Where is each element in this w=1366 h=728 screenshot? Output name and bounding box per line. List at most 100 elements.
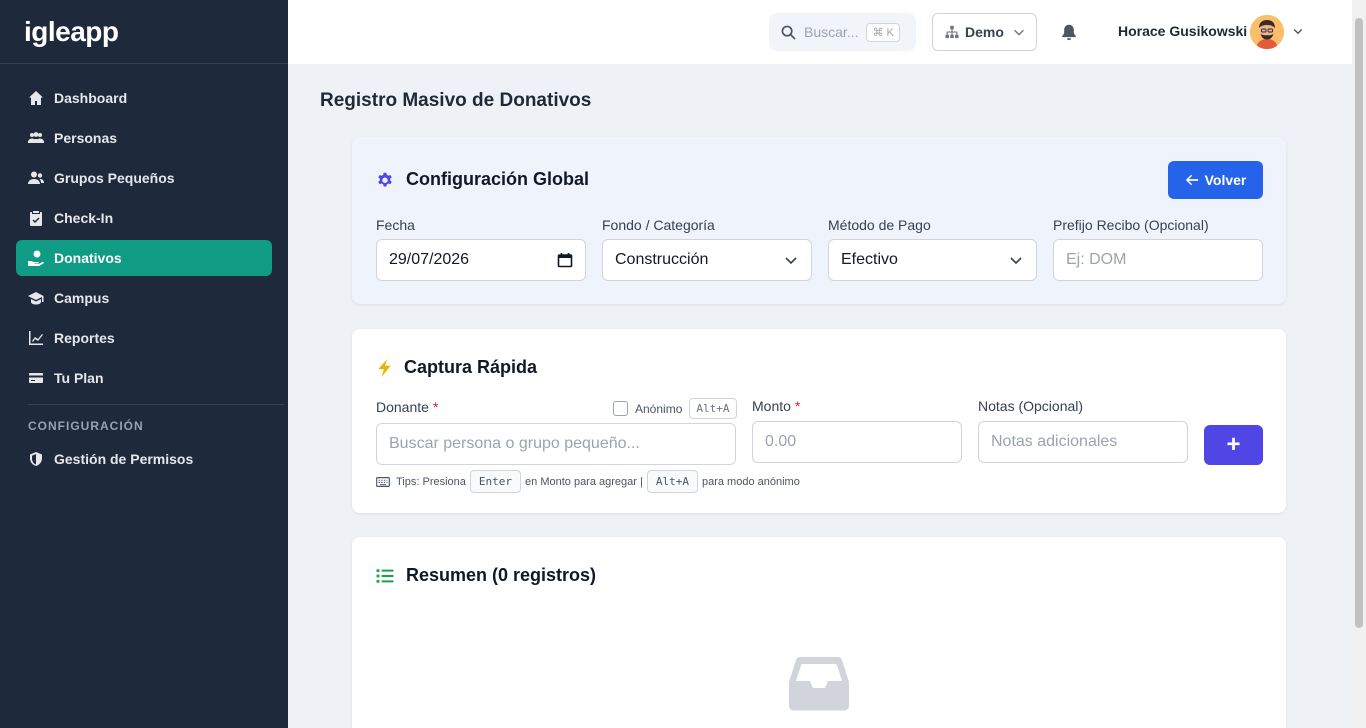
credit-card-icon: [28, 370, 44, 386]
sidebar-item-donativos[interactable]: Donativos: [16, 240, 272, 276]
back-button-label: Volver: [1204, 172, 1247, 188]
donante-label: Donante *: [376, 399, 439, 415]
donante-placeholder: Buscar persona o grupo pequeño...: [389, 435, 640, 452]
sidebar-item-tu-plan[interactable]: Tu Plan: [16, 360, 272, 396]
anonymous-toggle[interactable]: Anónimo Alt+A: [613, 398, 737, 419]
monto-input[interactable]: 0.00: [752, 421, 962, 463]
notas-input[interactable]: Notas adicionales: [978, 421, 1188, 463]
calendar-icon[interactable]: [557, 252, 573, 268]
chevron-down-icon[interactable]: [1292, 25, 1304, 37]
notas-placeholder: Notas adicionales: [991, 433, 1118, 450]
clipboard-check-icon: [28, 210, 44, 226]
prefijo-input[interactable]: Ej: DOM: [1053, 239, 1263, 281]
bell-icon[interactable]: [1060, 23, 1078, 41]
avatar[interactable]: [1250, 15, 1284, 49]
sidebar-item-reportes[interactable]: Reportes: [16, 320, 272, 356]
gear-icon: [378, 172, 392, 187]
prefijo-placeholder: Ej: DOM: [1066, 251, 1127, 268]
org-selector-label: Demo: [965, 24, 1004, 40]
anonymous-shortcut: Alt+A: [689, 398, 737, 419]
global-config-card: Configuración Global Volver Fecha 29/07/…: [352, 137, 1286, 304]
chevron-down-icon: [1014, 29, 1024, 36]
graduation-cap-icon: [28, 290, 44, 306]
fecha-value: 29/07/2026: [389, 251, 470, 268]
metodo-select[interactable]: Efectivo: [828, 239, 1037, 281]
sidebar-divider: [28, 404, 284, 405]
bolt-icon: [378, 358, 391, 377]
global-config-title-row: Configuración Global: [376, 169, 589, 190]
avatar-image: [1250, 15, 1284, 49]
user-group-icon: [28, 170, 44, 186]
anonymous-label: Anónimo: [635, 401, 683, 416]
quick-capture-card: Captura Rápida Donante * Anónimo Alt+A B…: [352, 329, 1286, 513]
monto-placeholder: 0.00: [765, 433, 797, 450]
home-icon: [28, 90, 44, 106]
tips-prefix: Tips: Presiona: [396, 475, 466, 488]
fondo-select[interactable]: Construcción: [602, 239, 812, 281]
sidebar-item-label: Gestión de Permisos: [54, 451, 194, 467]
sidebar-item-label: Check-In: [54, 210, 114, 226]
brand-logo[interactable]: igleapp: [0, 0, 288, 64]
sidebar-item-checkin[interactable]: Check-In: [16, 200, 272, 236]
sidebar-item-campus[interactable]: Campus: [16, 280, 272, 316]
anonymous-checkbox[interactable]: [613, 401, 628, 416]
shield-icon: [28, 451, 44, 467]
sidebar-item-label: Tu Plan: [54, 370, 104, 386]
prefijo-label: Prefijo Recibo (Opcional): [1053, 217, 1209, 233]
summary-card: Resumen (0 registros): [352, 537, 1286, 728]
fondo-label: Fondo / Categoría: [602, 217, 715, 233]
sidebar: igleapp Dashboard Personas Grupos Pequeñ…: [0, 0, 288, 728]
user-name[interactable]: Horace Gusikowski: [1118, 23, 1247, 39]
enter-key: Enter: [469, 470, 522, 493]
monto-label: Monto *: [752, 398, 801, 414]
sidebar-item-label: Dashboard: [54, 90, 128, 106]
fecha-label: Fecha: [376, 217, 415, 233]
sidebar-item-label: Campus: [54, 290, 110, 306]
add-donation-button[interactable]: +: [1204, 425, 1263, 465]
metodo-label: Método de Pago: [828, 217, 931, 233]
sidebar-item-dashboard[interactable]: Dashboard: [16, 80, 272, 116]
quick-capture-title-row: Captura Rápida: [376, 357, 537, 378]
chevron-down-icon: [785, 257, 797, 265]
sidebar-section-label: CONFIGURACIÓN: [28, 419, 144, 433]
users-icon: [28, 130, 44, 146]
back-button[interactable]: Volver: [1168, 161, 1263, 199]
fecha-input[interactable]: 29/07/2026: [376, 239, 586, 281]
page-title: Registro Masivo de Donativos: [320, 90, 592, 111]
search-shortcut: ⌘ K: [866, 22, 900, 42]
chart-line-icon: [28, 330, 44, 346]
sidebar-item-personas[interactable]: Personas: [16, 120, 272, 156]
sidebar-item-label: Reportes: [54, 330, 115, 346]
tips-row: Tips: Presiona Enter en Monto para agreg…: [376, 470, 800, 493]
search-icon: [781, 25, 796, 40]
hand-holding-dollar-icon: [28, 250, 44, 266]
sidebar-item-label: Donativos: [54, 250, 122, 266]
arrow-left-icon: [1185, 174, 1198, 186]
scrollbar-thumb[interactable]: [1355, 18, 1363, 628]
notas-label: Notas (Opcional): [978, 398, 1084, 414]
donante-search-input[interactable]: Buscar persona o grupo pequeño...: [376, 423, 736, 465]
search-placeholder: Buscar...: [804, 24, 859, 40]
sidebar-item-label: Grupos Pequeños: [54, 170, 175, 186]
global-config-title: Configuración Global: [406, 169, 589, 189]
summary-title-row: Resumen (0 registros): [376, 565, 596, 586]
tips-suffix: para modo anónimo: [701, 475, 800, 488]
org-selector[interactable]: Demo: [932, 13, 1037, 51]
quick-capture-title: Captura Rápida: [404, 357, 538, 377]
inbox-icon: [789, 657, 849, 711]
keyboard-icon: [376, 476, 390, 487]
search-box[interactable]: Buscar... ⌘ K: [769, 13, 916, 51]
list-icon: [376, 568, 394, 583]
metodo-value: Efectivo: [841, 251, 898, 268]
topbar: Buscar... ⌘ K Demo Horace Gusikowski: [288, 0, 1352, 64]
sitemap-icon: [945, 25, 959, 39]
sidebar-item-label: Personas: [54, 130, 118, 146]
alt-a-key: Alt+A: [646, 470, 698, 493]
summary-title: Resumen (0 registros): [406, 565, 597, 585]
fondo-value: Construcción: [615, 251, 709, 268]
scrollbar[interactable]: [1352, 0, 1366, 728]
sidebar-item-grupos[interactable]: Grupos Pequeños: [16, 160, 272, 196]
tips-middle: en Monto para agregar |: [525, 475, 643, 488]
sidebar-nav: Dashboard Personas Grupos Pequeños Check…: [0, 64, 288, 477]
sidebar-item-permisos[interactable]: Gestión de Permisos: [16, 441, 272, 477]
